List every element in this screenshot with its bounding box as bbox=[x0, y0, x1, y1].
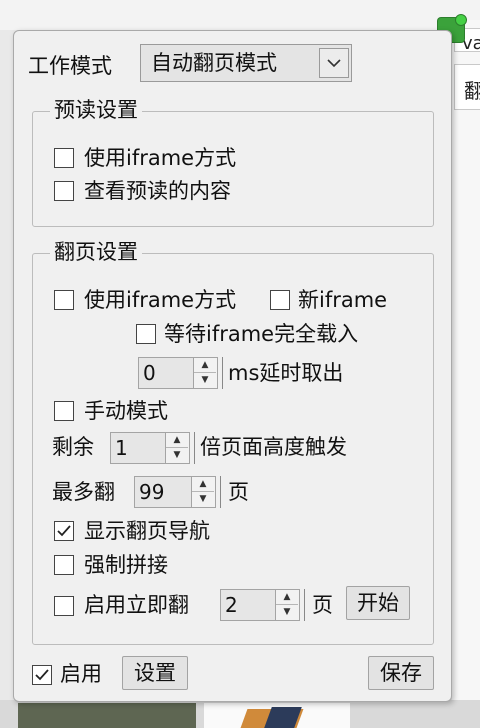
new-iframe-label: 新iframe bbox=[298, 288, 388, 312]
spin-arrows[interactable]: ▲ ▼ bbox=[165, 433, 189, 463]
remain-suffix: 倍页面高度触发 bbox=[200, 435, 347, 459]
preread-use-iframe-checkbox[interactable] bbox=[54, 148, 74, 168]
max-pages-value[interactable]: 99 bbox=[135, 477, 192, 507]
max-pages-suffix: 页 bbox=[228, 480, 249, 504]
spin-up-icon[interactable]: ▲ bbox=[192, 477, 214, 492]
delay-value[interactable]: 0 bbox=[139, 358, 194, 388]
spin-up-icon[interactable]: ▲ bbox=[166, 433, 188, 448]
settings-button[interactable]: 设置 bbox=[122, 656, 188, 690]
paging-use-iframe-checkbox[interactable] bbox=[54, 290, 74, 310]
work-mode-value: 自动翻页模式 bbox=[151, 51, 277, 75]
preread-settings-title: 预读设置 bbox=[50, 97, 142, 123]
spin-down-icon[interactable]: ▼ bbox=[166, 448, 188, 462]
manual-mode-checkbox[interactable] bbox=[54, 401, 74, 421]
paging-use-iframe-label: 使用iframe方式 bbox=[84, 288, 237, 312]
work-mode-label: 工作模式 bbox=[28, 54, 112, 78]
divider bbox=[220, 476, 221, 508]
preread-view-content-label: 查看预读的内容 bbox=[84, 179, 231, 203]
instant-pages-spinbox[interactable]: 2 ▲ ▼ bbox=[220, 589, 300, 621]
spin-up-icon[interactable]: ▲ bbox=[194, 358, 216, 373]
spin-arrows[interactable]: ▲ ▼ bbox=[191, 477, 215, 507]
delay-spinbox[interactable]: 0 ▲ ▼ bbox=[138, 357, 218, 389]
instant-paging-checkbox[interactable] bbox=[54, 596, 74, 616]
enable-checkbox[interactable] bbox=[32, 665, 52, 685]
background-image bbox=[18, 703, 196, 728]
background-text: va bbox=[462, 33, 480, 54]
paging-settings-title: 翻页设置 bbox=[50, 239, 142, 265]
save-button[interactable]: 保存 bbox=[368, 656, 434, 690]
force-join-checkbox[interactable] bbox=[54, 555, 74, 575]
divider bbox=[304, 589, 305, 621]
spin-up-icon[interactable]: ▲ bbox=[276, 590, 298, 605]
instant-paging-label: 启用立即翻 bbox=[84, 593, 189, 617]
enable-label: 启用 bbox=[60, 662, 102, 686]
preread-use-iframe-label: 使用iframe方式 bbox=[84, 146, 237, 170]
start-button[interactable]: 开始 bbox=[346, 586, 410, 620]
instant-pages-suffix: 页 bbox=[312, 593, 333, 617]
force-join-label: 强制拼接 bbox=[84, 553, 168, 577]
instant-pages-value[interactable]: 2 bbox=[221, 590, 276, 620]
new-iframe-checkbox[interactable] bbox=[270, 290, 290, 310]
work-mode-select[interactable]: 自动翻页模式 bbox=[140, 44, 352, 82]
background-page-header bbox=[0, 0, 480, 30]
background-image bbox=[204, 703, 350, 728]
check-icon bbox=[35, 669, 49, 681]
chevron-down-icon[interactable] bbox=[319, 48, 349, 78]
autopager-settings-panel: 工作模式 自动翻页模式 预读设置 使用iframe方式 查看预读的内容 翻页设置… bbox=[13, 30, 452, 702]
wait-iframe-checkbox[interactable] bbox=[136, 324, 156, 344]
spin-down-icon[interactable]: ▼ bbox=[192, 492, 214, 506]
show-nav-label: 显示翻页导航 bbox=[84, 519, 210, 543]
manual-mode-label: 手动模式 bbox=[84, 399, 168, 423]
check-icon bbox=[57, 525, 71, 537]
remain-prefix: 剩余 bbox=[52, 435, 94, 459]
max-pages-prefix: 最多翻 bbox=[52, 480, 115, 504]
divider bbox=[222, 357, 223, 389]
spin-arrows[interactable]: ▲ ▼ bbox=[275, 590, 299, 620]
wait-iframe-label: 等待iframe完全载入 bbox=[164, 322, 359, 346]
delay-suffix: ms延时取出 bbox=[228, 361, 344, 385]
spin-arrows[interactable]: ▲ ▼ bbox=[193, 358, 217, 388]
preread-view-content-checkbox[interactable] bbox=[54, 181, 74, 201]
background-page-right bbox=[452, 20, 480, 720]
max-pages-spinbox[interactable]: 99 ▲ ▼ bbox=[134, 476, 216, 508]
spin-down-icon[interactable]: ▼ bbox=[194, 373, 216, 387]
remain-spinbox[interactable]: 1 ▲ ▼ bbox=[110, 432, 190, 464]
show-nav-checkbox[interactable] bbox=[54, 521, 74, 541]
spin-down-icon[interactable]: ▼ bbox=[276, 605, 298, 619]
divider bbox=[194, 432, 195, 464]
background-text: 翻 bbox=[464, 79, 480, 103]
remain-value[interactable]: 1 bbox=[111, 433, 166, 463]
